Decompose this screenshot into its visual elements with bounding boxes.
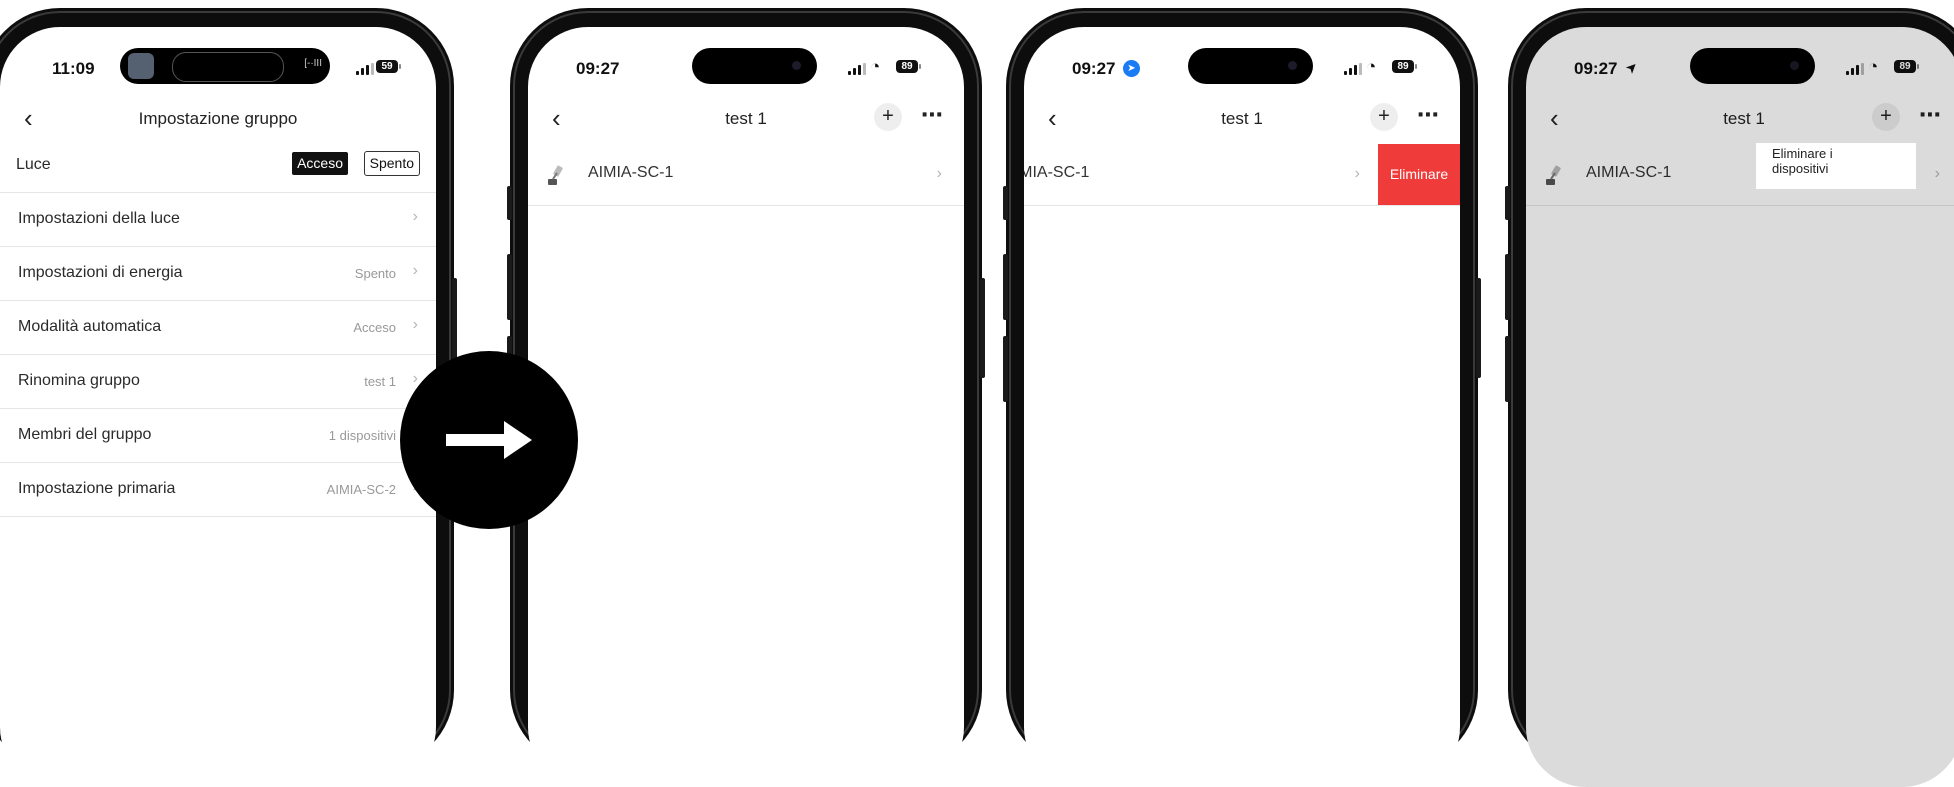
side-button	[1003, 336, 1008, 402]
camera-icon	[792, 61, 801, 70]
side-button	[507, 254, 512, 320]
phone-frame-4: 09:27 ➤ ◔ 89 ‹ test 1 + ⋯ AIMIA-SC-1 › E…	[1505, 8, 1954, 787]
wifi-icon: ◔	[1366, 57, 1377, 76]
page-title: Impostazione gruppo	[138, 109, 298, 128]
chevron-right-icon: ›	[1354, 165, 1360, 182]
settings-row-members[interactable]: Membri del gruppo 1 dispositivi ›	[0, 409, 436, 463]
status-time: 09:27	[1072, 59, 1116, 78]
dim-overlay[interactable]	[1526, 27, 1954, 787]
phone-screen-1: 11:09 [-·III 59 ‹ Impostazione gruppo Lu…	[0, 27, 436, 787]
camera-icon	[1288, 61, 1297, 70]
row-label: Modalità automatica	[18, 318, 162, 335]
signal-icon	[356, 63, 374, 75]
row-value: test 1	[364, 374, 396, 389]
side-button	[1003, 186, 1008, 220]
chevron-right-icon: ›	[412, 316, 418, 333]
add-icon[interactable]: +	[874, 103, 902, 131]
add-icon[interactable]: +	[1370, 103, 1398, 131]
status-bar: 09:27 ◔ 89	[528, 27, 964, 99]
location-icon: ➤	[1123, 60, 1140, 77]
status-time: 11:09	[52, 59, 95, 78]
transition-arrow	[400, 351, 578, 529]
status-time: 09:27	[576, 59, 620, 78]
delete-button[interactable]: Eliminare	[1378, 144, 1460, 205]
side-button	[1505, 336, 1510, 402]
app-thumbnail-icon	[128, 53, 154, 79]
row-value: 1 dispositivi	[328, 428, 396, 443]
phone-frame-2: 09:27 ◔ 89 ‹ test 1 + ⋯ AIMIA-SC-1 ›	[507, 8, 985, 787]
light-toggle-row: Luce Acceso Spento	[0, 139, 436, 193]
side-button	[507, 186, 512, 220]
more-menu-popup: Eliminare i dispositivi	[1756, 143, 1916, 189]
nav-bar: ‹ test 1 + ⋯	[528, 99, 964, 139]
row-value: AIMIA-SC-2	[326, 482, 396, 497]
row-label: Impostazioni di energia	[18, 264, 183, 281]
row-label: Impostazioni della luce	[18, 210, 180, 227]
settings-row-rename[interactable]: Rinomina gruppo test 1 ›	[0, 355, 436, 409]
light-off-button[interactable]: Spento	[363, 151, 420, 176]
side-button	[1505, 254, 1510, 320]
row-value: Spento	[354, 266, 396, 281]
chevron-right-icon: ›	[936, 165, 942, 182]
battery-icon: 89	[1392, 60, 1417, 73]
light-on-button[interactable]: Acceso	[292, 152, 348, 175]
side-button	[1003, 254, 1008, 320]
wifi-icon: ◔	[870, 57, 881, 76]
device-row[interactable]: AIMIA-SC-1 ›	[528, 144, 964, 206]
row-value: Acceso	[353, 320, 396, 335]
dynamic-island: [-·III	[120, 48, 330, 84]
side-button	[980, 278, 985, 378]
row-label: Rinomina gruppo	[18, 372, 140, 389]
signal-icon	[1344, 63, 1362, 75]
nav-bar: ‹ test 1 + ⋯	[1024, 99, 1460, 139]
phone-screen-4: 09:27 ➤ ◔ 89 ‹ test 1 + ⋯ AIMIA-SC-1 › E…	[1526, 27, 1954, 787]
battery-icon: 89	[896, 60, 921, 73]
phone-screen-3: 09:27 ➤ ◔ 89 ‹ test 1 + ⋯ AIMIA-SC-1 › E…	[1024, 27, 1460, 787]
delete-devices-menu-item[interactable]: Eliminare i dispositivi	[1772, 146, 1882, 176]
phone-frame-3: 09:27 ➤ ◔ 89 ‹ test 1 + ⋯ AIMIA-SC-1 › E…	[1003, 8, 1481, 787]
chevron-right-icon: ›	[412, 262, 418, 279]
row-label: Impostazione primaria	[18, 480, 176, 497]
light-label: Luce	[16, 156, 51, 173]
device-name: AIMIA-SC-1	[588, 164, 674, 181]
chevron-right-icon: ›	[412, 208, 418, 225]
camera-device-icon	[548, 165, 563, 185]
status-bar: 11:09 [-·III 59	[0, 27, 436, 99]
side-button	[1476, 278, 1481, 378]
island-pill	[172, 52, 284, 82]
device-row-swiped[interactable]: AIMIA-SC-1 › Eliminare	[1024, 144, 1460, 206]
status-bar: 09:27 ➤ ◔ 89	[1024, 27, 1460, 99]
row-label: Membri del gruppo	[18, 426, 152, 443]
nav-bar: ‹ Impostazione gruppo	[0, 99, 436, 139]
island-status-text: [-·III	[304, 58, 322, 69]
settings-row-primary[interactable]: Impostazione primaria AIMIA-SC-2 ›	[0, 463, 436, 517]
settings-row-energy[interactable]: Impostazioni di energia Spento ›	[0, 247, 436, 301]
dynamic-island	[1188, 48, 1313, 84]
more-icon[interactable]: ⋯	[1417, 102, 1440, 128]
battery-icon: 59	[376, 60, 401, 73]
arrow-right-icon	[446, 421, 532, 459]
phone-frame-1: 11:09 [-·III 59 ‹ Impostazione gruppo Lu…	[0, 8, 457, 787]
settings-row-auto-mode[interactable]: Modalità automatica Acceso ›	[0, 301, 436, 355]
signal-icon	[848, 63, 866, 75]
dynamic-island	[692, 48, 817, 84]
device-name: AIMIA-SC-1	[1024, 164, 1090, 181]
more-icon[interactable]: ⋯	[921, 102, 944, 128]
settings-row-light[interactable]: Impostazioni della luce ›	[0, 193, 436, 247]
phone-screen-2: 09:27 ◔ 89 ‹ test 1 + ⋯ AIMIA-SC-1 ›	[528, 27, 964, 787]
side-button	[1505, 186, 1510, 220]
